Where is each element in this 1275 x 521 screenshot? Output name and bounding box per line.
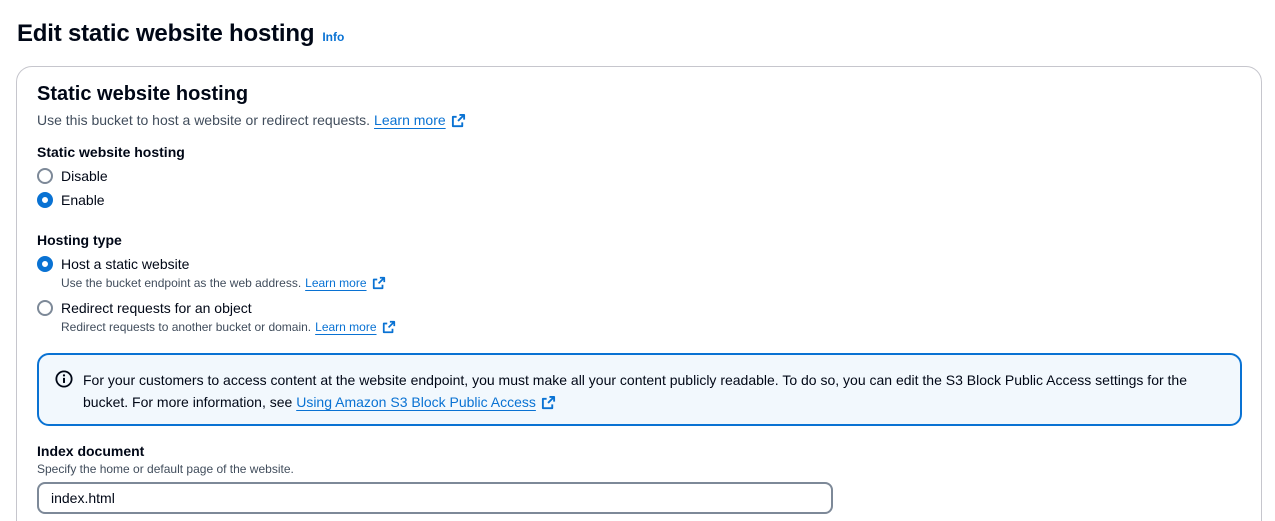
external-link-icon: [382, 320, 396, 334]
info-circle-icon: [55, 370, 73, 424]
radio-button[interactable]: [37, 300, 53, 316]
learn-more-label: Learn more: [315, 320, 377, 334]
learn-more-link[interactable]: Learn more: [305, 276, 385, 290]
radio-host-static-website[interactable]: Host a static website Use the bucket end…: [37, 255, 386, 290]
radio-description: Redirect requests to another bucket or d…: [61, 320, 396, 334]
hosting-label: Static website hosting: [37, 144, 185, 160]
panel-description: Use this bucket to host a website or red…: [37, 112, 466, 128]
page-header: Edit static website hosting Info: [17, 20, 344, 48]
panel-description-text: Use this bucket to host a website or red…: [37, 112, 371, 128]
index-document-input[interactable]: [37, 482, 833, 514]
block-public-access-label: Using Amazon S3 Block Public Access: [296, 394, 536, 410]
info-alert: For your customers to access content at …: [37, 353, 1242, 426]
info-link[interactable]: Info: [322, 30, 344, 44]
radio-description-text: Redirect requests to another bucket or d…: [61, 320, 312, 334]
index-document-hint: Specify the home or default page of the …: [37, 462, 294, 476]
radio-disable[interactable]: Disable: [37, 167, 108, 185]
alert-text: For your customers to access content at …: [83, 369, 1222, 424]
index-document-label: Index document: [37, 443, 145, 459]
radio-label: Enable: [61, 192, 105, 208]
radio-redirect-requests[interactable]: Redirect requests for an object Redirect…: [37, 299, 396, 334]
radio-button-checked[interactable]: [37, 256, 53, 272]
learn-more-label: Learn more: [305, 276, 367, 290]
panel-title: Static website hosting: [37, 83, 249, 105]
radio-description-text: Use the bucket endpoint as the web addre…: [61, 276, 302, 290]
learn-more-link[interactable]: Learn more: [374, 112, 466, 128]
radio-button[interactable]: [37, 168, 53, 184]
learn-more-label: Learn more: [374, 112, 446, 128]
hosting-type-label: Hosting type: [37, 232, 122, 248]
external-link-icon: [541, 395, 556, 410]
alert-message: For your customers to access content at …: [83, 372, 1187, 410]
block-public-access-link[interactable]: Using Amazon S3 Block Public Access: [296, 391, 556, 413]
radio-label: Host a static website: [61, 256, 190, 272]
learn-more-link[interactable]: Learn more: [315, 320, 395, 334]
radio-label: Redirect requests for an object: [61, 300, 252, 316]
radio-button-checked[interactable]: [37, 192, 53, 208]
external-link-icon: [372, 276, 386, 290]
radio-label: Disable: [61, 168, 108, 184]
static-website-hosting-panel: Static website hosting Use this bucket t…: [16, 66, 1262, 521]
radio-enable[interactable]: Enable: [37, 191, 105, 209]
page-title: Edit static website hosting: [17, 20, 315, 47]
radio-description: Use the bucket endpoint as the web addre…: [61, 276, 386, 290]
external-link-icon: [451, 113, 466, 128]
